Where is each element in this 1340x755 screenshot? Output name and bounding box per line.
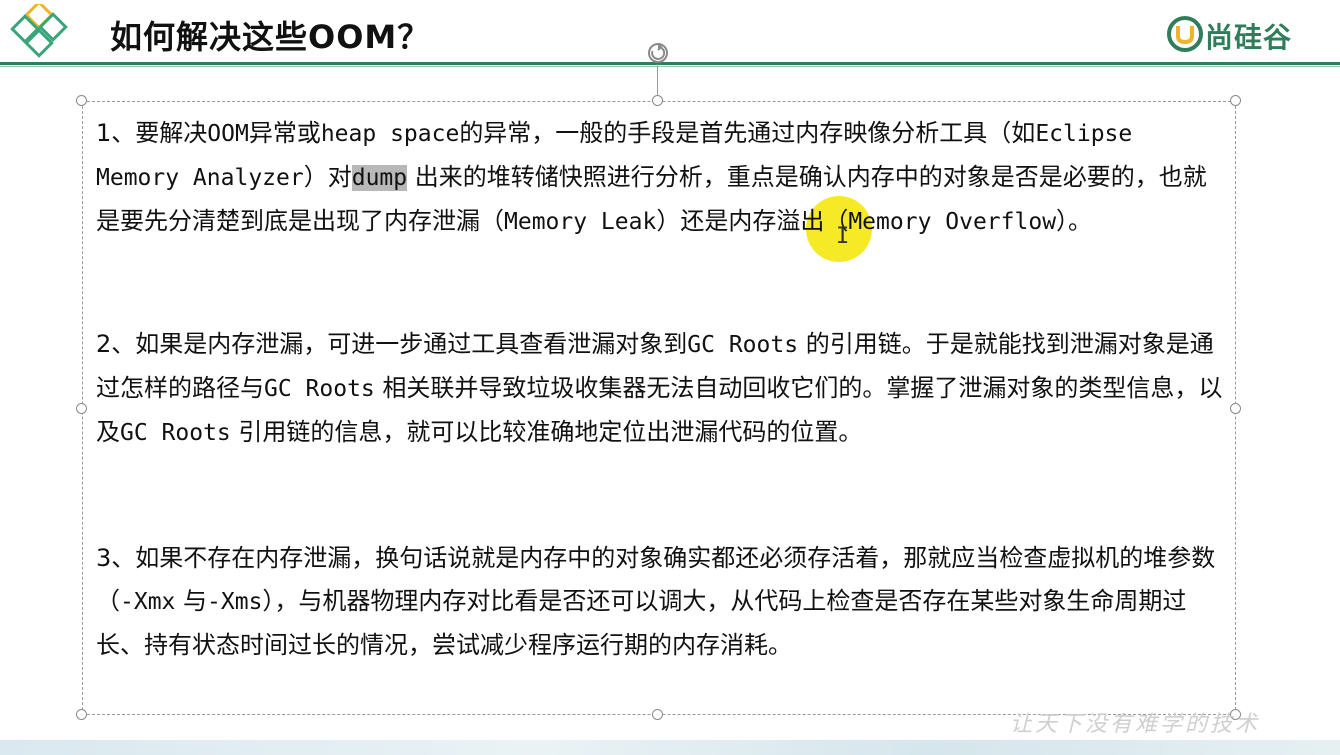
brand-name: 尚硅谷: [1205, 21, 1293, 54]
rotate-handle-stem: [657, 64, 658, 96]
selected-text: dump: [351, 165, 408, 191]
page-title: 如何解决这些OOM？: [110, 18, 431, 56]
text-cursor-icon: I: [836, 224, 850, 249]
resize-handle-bottom[interactable]: [652, 709, 663, 720]
footer-decoration: [0, 740, 1340, 755]
slide: 如何解决这些OOM？ 尚硅谷 1、要解决OOM异常或heap space的异常，…: [0, 0, 1340, 755]
resize-handle-bottom-left[interactable]: [76, 709, 87, 720]
resize-handle-top-left[interactable]: [76, 95, 87, 106]
header-divider-thin: [0, 66, 1340, 67]
paragraph-2[interactable]: 2、如果是内存泄漏，可进一步通过工具查看泄漏对象到GC Roots 的引用链。于…: [96, 323, 1226, 455]
resize-handle-top[interactable]: [652, 95, 663, 106]
paragraph-1[interactable]: 1、要解决OOM异常或heap space的异常，一般的手段是首先通过内存映像分…: [96, 112, 1226, 244]
resize-handle-right[interactable]: [1230, 403, 1241, 414]
diamond-logo-icon: [10, 4, 68, 58]
rotate-handle-icon[interactable]: [645, 40, 671, 66]
watermark: 让天下没有难学的技术: [1010, 712, 1261, 737]
paragraph-3[interactable]: 3、如果不存在内存泄漏，换句话说就是内存中的对象确实都还必须存活着，那就应当检查…: [96, 537, 1226, 667]
resize-handle-left[interactable]: [76, 403, 87, 414]
resize-handle-top-right[interactable]: [1230, 95, 1241, 106]
